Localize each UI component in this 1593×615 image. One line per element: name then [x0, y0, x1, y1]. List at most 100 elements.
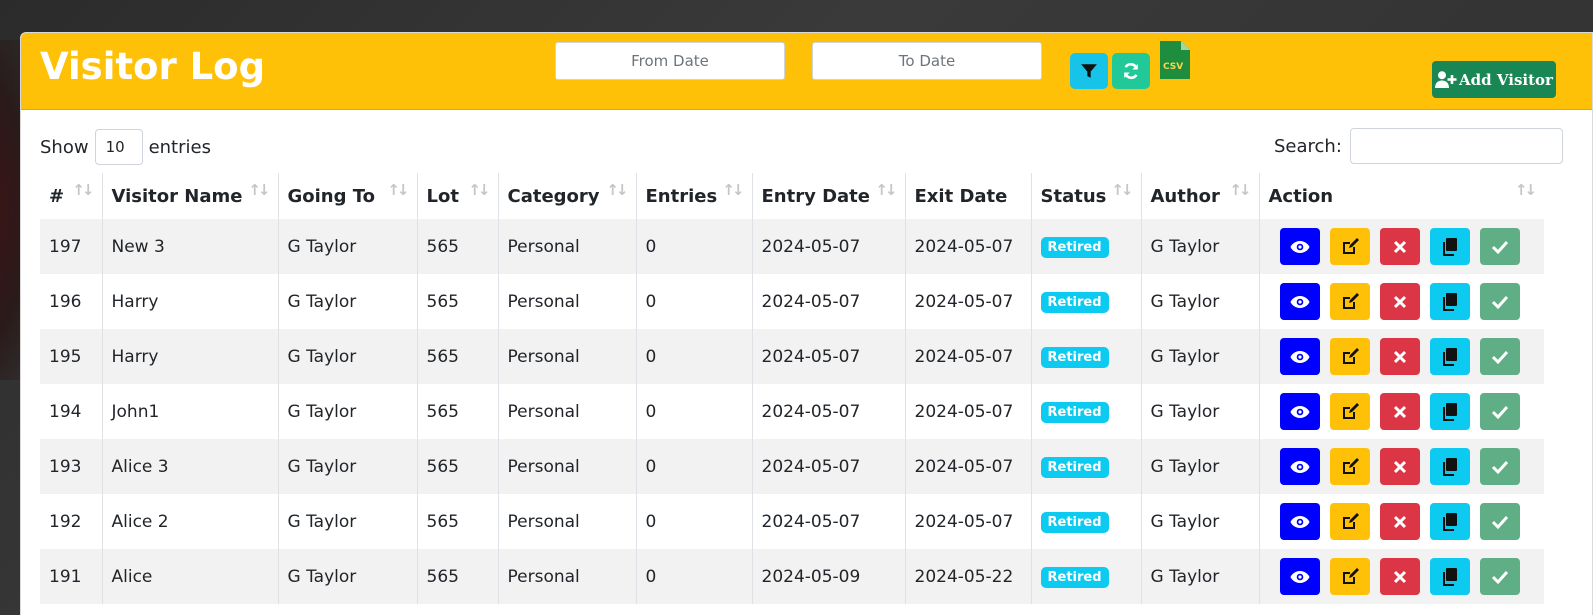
cell-actions	[1258, 329, 1544, 384]
approve-button[interactable]	[1479, 448, 1520, 485]
copy-button[interactable]	[1429, 448, 1470, 485]
edit-button[interactable]	[1329, 448, 1370, 485]
column-header-name[interactable]: Visitor Name ↑↓	[101, 173, 278, 219]
column-header-label: Entries	[645, 185, 718, 207]
view-button[interactable]	[1279, 338, 1320, 375]
entries-length-control: Show 10 entries	[40, 129, 211, 165]
to-date-input[interactable]	[812, 42, 1042, 80]
cell-entries: 0	[635, 384, 752, 439]
refresh-button[interactable]	[1112, 53, 1150, 89]
delete-button[interactable]	[1379, 283, 1420, 320]
edit-icon	[1341, 402, 1359, 421]
check-icon	[1491, 405, 1509, 419]
approve-button[interactable]	[1479, 283, 1520, 320]
column-header-entry-date[interactable]: Entry Date ↑↓	[751, 173, 905, 219]
copy-button[interactable]	[1429, 503, 1470, 540]
from-date-input[interactable]	[555, 42, 785, 80]
sort-icon[interactable]: ↑↓	[722, 181, 744, 199]
close-icon	[1393, 240, 1407, 254]
delete-button[interactable]	[1379, 558, 1420, 595]
sort-icon[interactable]: ↑↓	[387, 181, 409, 199]
approve-button[interactable]	[1479, 393, 1520, 430]
view-button[interactable]	[1279, 228, 1320, 265]
cell-actions	[1258, 219, 1544, 274]
close-icon	[1393, 570, 1407, 584]
copy-button[interactable]	[1429, 558, 1470, 595]
copy-button[interactable]	[1429, 283, 1470, 320]
copy-button[interactable]	[1429, 338, 1470, 375]
cell-going-to: G Taylor	[277, 549, 417, 604]
entries-select[interactable]: 10	[94, 129, 143, 165]
sort-icon[interactable]: ↑↓	[1515, 181, 1537, 199]
copy-button[interactable]	[1429, 393, 1470, 430]
column-header-going-to[interactable]: Going To ↑↓	[277, 173, 417, 219]
approve-button[interactable]	[1479, 228, 1520, 265]
column-header-status[interactable]: Status ↑↓	[1030, 173, 1141, 219]
cell-status: Retired	[1030, 494, 1141, 549]
column-header-entries[interactable]: Entries ↑↓	[635, 173, 752, 219]
edit-button[interactable]	[1329, 503, 1370, 540]
approve-button[interactable]	[1479, 503, 1520, 540]
add-user-icon	[1435, 71, 1457, 88]
cell-going-to: G Taylor	[277, 494, 417, 549]
cell-lot: 565	[416, 274, 498, 329]
column-header-lot[interactable]: Lot ↑↓	[416, 173, 498, 219]
filter-button[interactable]	[1070, 53, 1108, 89]
cell-category: Personal	[497, 439, 636, 494]
edit-button[interactable]	[1329, 558, 1370, 595]
cell-id: 196	[49, 291, 82, 312]
column-header-id[interactable]: # ↑↓	[40, 173, 102, 219]
cell-going-to: G Taylor	[277, 219, 417, 274]
approve-button[interactable]	[1479, 338, 1520, 375]
view-button[interactable]	[1279, 448, 1320, 485]
cell-status: Retired	[1030, 384, 1141, 439]
copy-button[interactable]	[1429, 228, 1470, 265]
approve-button[interactable]	[1479, 558, 1520, 595]
view-button[interactable]	[1279, 558, 1320, 595]
sort-icon[interactable]: ↑↓	[875, 181, 897, 199]
cell-name: Alice 3	[101, 439, 278, 494]
delete-button[interactable]	[1379, 393, 1420, 430]
edit-button[interactable]	[1329, 283, 1370, 320]
column-header-action[interactable]: Action ↑↓	[1258, 173, 1544, 219]
view-button[interactable]	[1279, 503, 1320, 540]
cell-name: Alice	[101, 549, 278, 604]
delete-button[interactable]	[1379, 448, 1420, 485]
column-header-exit-date[interactable]: Exit Date	[904, 173, 1031, 219]
edit-icon	[1341, 512, 1359, 531]
cell-category: Personal	[497, 494, 636, 549]
column-header-label: Going To	[287, 185, 376, 207]
column-header-category[interactable]: Category ↑↓	[497, 173, 636, 219]
cell-name: John1	[101, 384, 278, 439]
column-header-label: Author	[1150, 185, 1220, 207]
search-input[interactable]	[1349, 128, 1563, 164]
sort-icon[interactable]: ↑↓	[1111, 181, 1133, 199]
copy-icon	[1442, 237, 1457, 256]
cell-entries: 0	[635, 494, 752, 549]
sort-icon[interactable]: ↑↓	[248, 181, 270, 199]
csv-export-icon[interactable]: CSV	[1160, 41, 1190, 79]
view-button[interactable]	[1279, 393, 1320, 430]
close-icon	[1393, 460, 1407, 474]
eye-icon	[1290, 515, 1310, 529]
sort-icon[interactable]: ↑↓	[606, 181, 628, 199]
cell-entry-date: 2024-05-07	[751, 274, 905, 329]
sort-icon[interactable]: ↑↓	[1229, 181, 1251, 199]
add-visitor-button[interactable]: Add Visitor	[1432, 61, 1556, 98]
cell-author: G Taylor	[1140, 384, 1259, 439]
column-header-author[interactable]: Author ↑↓	[1140, 173, 1259, 219]
cell-category: Personal	[497, 219, 636, 274]
delete-button[interactable]	[1379, 503, 1420, 540]
delete-button[interactable]	[1379, 338, 1420, 375]
delete-button[interactable]	[1379, 228, 1420, 265]
view-button[interactable]	[1279, 283, 1320, 320]
table-row: 195 Harry G Taylor 565 Personal 0 2024-05-07 20…	[40, 329, 1544, 384]
edit-button[interactable]	[1329, 338, 1370, 375]
edit-button[interactable]	[1329, 393, 1370, 430]
sort-icon[interactable]: ↑↓	[468, 181, 490, 199]
sort-icon[interactable]: ↑↓	[72, 181, 94, 199]
eye-icon	[1290, 460, 1310, 474]
cell-id: 194	[49, 401, 82, 422]
cell-entry-date: 2024-05-07	[751, 329, 905, 384]
edit-button[interactable]	[1329, 228, 1370, 265]
